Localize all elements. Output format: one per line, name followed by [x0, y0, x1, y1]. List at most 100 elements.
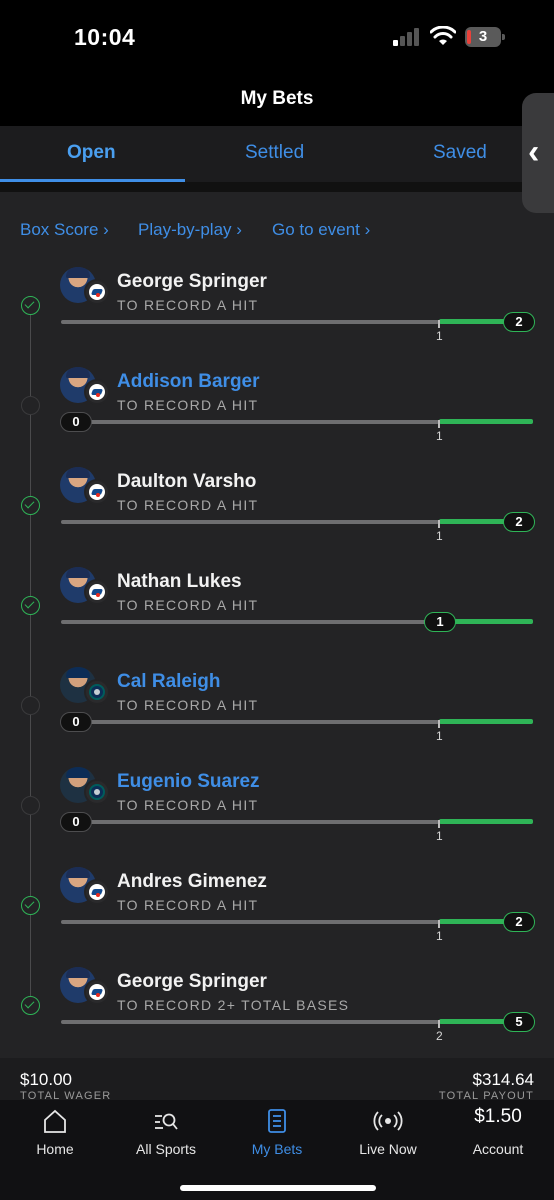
line-marker: [438, 320, 440, 328]
progress-track: [61, 720, 439, 724]
nav-account-label: Account: [472, 1141, 524, 1157]
player-name[interactable]: Cal Raleigh: [117, 671, 220, 693]
bet-leg[interactable]: George Springer TO RECORD A HIT 1 2: [0, 267, 554, 367]
progress-track: [61, 920, 439, 924]
leg-won-check-icon: [21, 496, 40, 515]
bet-description: TO RECORD A HIT: [117, 697, 259, 713]
bet-description: TO RECORD A HIT: [117, 597, 259, 613]
progress-track: [61, 520, 439, 524]
nav-live-now[interactable]: Live Now: [333, 1100, 443, 1170]
bet-leg[interactable]: George Springer TO RECORD 2+ TOTAL BASES 2…: [0, 967, 554, 1058]
nav-my-bets-label: My Bets: [251, 1141, 303, 1157]
bet-description: TO RECORD A HIT: [117, 497, 259, 513]
go-to-event-label: Go to event: [272, 220, 360, 239]
box-score-link[interactable]: Box Score ›: [20, 220, 109, 240]
bet-summary: $10.00 TOTAL WAGER $314.64 TOTAL PAYOUT: [0, 1058, 554, 1100]
status-time: 10:04: [74, 24, 136, 50]
home-indicator[interactable]: [180, 1185, 376, 1191]
search-list-icon: [155, 1113, 178, 1130]
bet-leg[interactable]: Nathan Lukes TO RECORD A HIT 1: [0, 567, 554, 667]
progress-target-zone: [439, 719, 533, 724]
line-marker: [438, 920, 440, 928]
progress-track: [61, 320, 439, 324]
total-payout-value: $314.64: [472, 1070, 534, 1089]
player-name[interactable]: Eugenio Suarez: [117, 771, 260, 793]
line-value: 1: [436, 529, 443, 543]
bet-leg[interactable]: Cal Raleigh TO RECORD A HIT 1 0: [0, 667, 554, 767]
progress-track: [61, 1020, 439, 1024]
line-marker: [438, 420, 440, 428]
bet-tabs: Open Settled Saved: [0, 126, 554, 182]
bet-leg[interactable]: Daulton Varsho TO RECORD A HIT 1 2: [0, 467, 554, 567]
side-panel-handle[interactable]: ‹: [522, 93, 554, 213]
line-marker: [438, 820, 440, 828]
current-stat-value: 2: [503, 512, 535, 532]
total-wager-label: TOTAL WAGER: [20, 1090, 112, 1100]
bet-description: TO RECORD A HIT: [117, 797, 259, 813]
current-stat-value: 0: [60, 812, 92, 832]
bet-leg[interactable]: Andres Gimenez TO RECORD A HIT 1 2: [0, 867, 554, 967]
line-marker: [438, 520, 440, 528]
leg-won-check-icon: [21, 896, 40, 915]
nav-account[interactable]: $1.50 Account: [443, 1100, 553, 1170]
leg-won-check-icon: [21, 996, 40, 1015]
leg-won-check-icon: [21, 296, 40, 315]
line-value: 1: [436, 929, 443, 943]
nav-home[interactable]: Home: [0, 1100, 110, 1170]
player-name[interactable]: Addison Barger: [117, 371, 260, 393]
nav-all-sports[interactable]: All Sports: [111, 1100, 221, 1170]
cellular-signal-icon: [393, 28, 421, 46]
total-payout-label: TOTAL PAYOUT: [438, 1090, 534, 1100]
progress-track: [61, 620, 439, 624]
bet-leg[interactable]: Addison Barger TO RECORD A HIT 1 0: [0, 367, 554, 467]
tab-settled[interactable]: Settled: [245, 142, 304, 164]
blue-jays-logo-icon: [84, 879, 110, 905]
page-title: My Bets: [240, 88, 314, 109]
current-stat-value: 2: [503, 312, 535, 332]
leg-pending-circle-icon: [21, 696, 40, 715]
nav-all-sports-label: All Sports: [136, 1141, 196, 1157]
tab-open[interactable]: Open: [67, 142, 116, 164]
mariners-logo-icon: [84, 679, 110, 705]
player-name: George Springer: [117, 271, 267, 292]
progress-track: [61, 820, 439, 824]
account-balance: $1.50: [474, 1106, 522, 1127]
line-value: 1: [436, 729, 443, 743]
divider: [0, 182, 554, 192]
page-header: My Bets: [0, 70, 554, 126]
mariners-logo-icon: [84, 779, 110, 805]
bet-description: TO RECORD A HIT: [117, 397, 259, 413]
total-wager-value: $10.00: [20, 1070, 72, 1089]
progress-target-zone: [439, 419, 533, 424]
line-value: 1: [436, 829, 443, 843]
play-by-play-link[interactable]: Play-by-play ›: [138, 220, 242, 240]
nav-my-bets[interactable]: My Bets: [222, 1100, 332, 1170]
tab-saved[interactable]: Saved: [433, 142, 487, 164]
battery-icon: 3: [465, 27, 505, 47]
chevron-left-icon: ‹: [528, 133, 540, 171]
progress-track: [61, 420, 439, 424]
nav-home-label: Home: [36, 1141, 74, 1157]
blue-jays-logo-icon: [84, 379, 110, 405]
line-marker: [438, 1020, 440, 1028]
live-broadcast-icon: [373, 1111, 403, 1131]
blue-jays-logo-icon: [84, 479, 110, 505]
leg-pending-circle-icon: [21, 396, 40, 415]
nav-live-now-label: Live Now: [359, 1141, 417, 1157]
home-icon: [44, 1109, 66, 1133]
blue-jays-logo-icon: [84, 279, 110, 305]
leg-pending-circle-icon: [21, 796, 40, 815]
line-marker: [438, 720, 440, 728]
blue-jays-logo-icon: [84, 979, 110, 1005]
current-stat-value: 0: [60, 712, 92, 732]
leg-won-check-icon: [21, 596, 40, 615]
current-stat-value: 5: [503, 1012, 535, 1032]
battery-level: 3: [478, 28, 488, 45]
bet-description: TO RECORD A HIT: [117, 897, 259, 913]
wifi-icon: [430, 26, 456, 45]
bet-leg[interactable]: Eugenio Suarez TO RECORD A HIT 1 0: [0, 767, 554, 867]
play-by-play-label: Play-by-play: [138, 220, 232, 239]
box-score-label: Box Score: [20, 220, 99, 239]
player-name: Andres Gimenez: [117, 871, 267, 892]
go-to-event-link[interactable]: Go to event ›: [272, 220, 370, 240]
